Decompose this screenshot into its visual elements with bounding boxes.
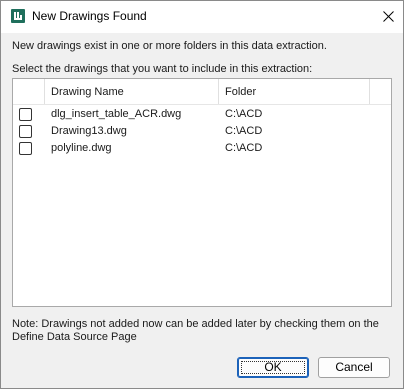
ok-button[interactable]: OK <box>237 357 309 378</box>
drawing-name: polyline.dwg <box>51 142 112 154</box>
include-checkbox[interactable] <box>19 125 32 138</box>
select-instruction: Select the drawings that you want to inc… <box>12 63 313 75</box>
drawing-folder: C:\ACD <box>225 125 263 137</box>
column-header-folder[interactable]: Folder <box>219 79 370 104</box>
list-item[interactable]: Drawing13.dwg C:\ACD <box>13 123 391 140</box>
drawing-folder: C:\ACD <box>225 142 263 154</box>
include-checkbox[interactable] <box>19 108 32 121</box>
drawing-name: Drawing13.dwg <box>51 125 127 137</box>
list-item[interactable]: dlg_insert_table_ACR.dwg C:\ACD <box>13 106 391 123</box>
include-checkbox[interactable] <box>19 142 32 155</box>
focus-ring <box>241 361 305 374</box>
autocad-data-extraction-icon <box>11 9 25 23</box>
note-text: Note: Drawings not added now can be adde… <box>12 318 379 343</box>
close-icon <box>383 11 394 22</box>
info-message: New drawings exist in one or more folder… <box>12 40 327 52</box>
title-bar: New Drawings Found <box>1 1 403 33</box>
drawing-name: dlg_insert_table_ACR.dwg <box>51 108 182 120</box>
column-header-drawing-name[interactable]: Drawing Name <box>45 79 219 104</box>
window-title: New Drawings Found <box>32 9 147 23</box>
drawings-list[interactable]: Drawing Name Folder dlg_insert_table_ACR… <box>12 78 392 307</box>
close-button[interactable] <box>373 1 403 33</box>
cancel-button-label: Cancel <box>335 360 373 374</box>
cancel-button[interactable]: Cancel <box>318 357 390 378</box>
column-header-check[interactable] <box>13 79 45 104</box>
new-drawings-dialog: New Drawings Found New drawings exist in… <box>0 0 404 389</box>
list-header: Drawing Name Folder <box>13 79 391 105</box>
list-item[interactable]: polyline.dwg C:\ACD <box>13 140 391 157</box>
drawing-folder: C:\ACD <box>225 108 263 120</box>
